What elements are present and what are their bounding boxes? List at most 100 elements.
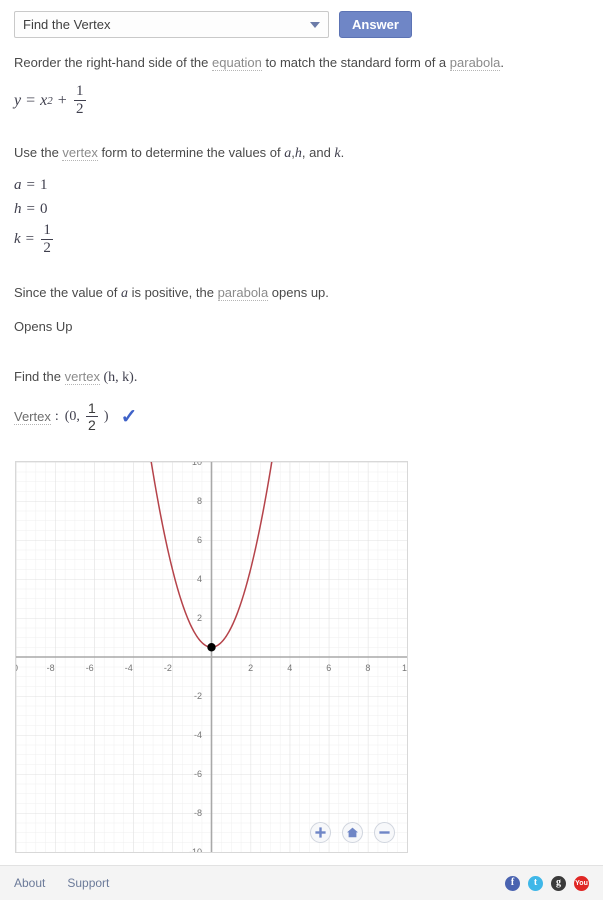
twitter-icon[interactable]: t [528, 875, 543, 891]
value-a-equals: = [26, 176, 35, 193]
footer-links: About Support [14, 876, 109, 890]
googleplus-icon[interactable]: g [551, 875, 566, 891]
equation-x: x [40, 91, 48, 109]
plus-icon [315, 827, 326, 838]
step-2-mid: form to determine the values of [97, 145, 285, 161]
vertex-colon: : [54, 408, 59, 424]
svg-text:8: 8 [365, 663, 370, 673]
step-2-text: Use the vertex form to determine the val… [14, 144, 589, 164]
facebook-icon[interactable]: f [505, 875, 520, 891]
step-4-text: Find the vertex (h, k). [14, 368, 589, 388]
svg-text:6: 6 [197, 535, 202, 545]
vertex-close-paren: ) [103, 408, 109, 424]
support-link[interactable]: Support [67, 876, 109, 890]
svg-text:-6: -6 [194, 769, 202, 779]
step-3-text: Since the value of a is positive, the pa… [14, 284, 589, 304]
chevron-down-icon[interactable] [310, 21, 320, 28]
value-h-value: 0 [39, 200, 48, 217]
equation-fraction-denominator: 2 [76, 101, 84, 118]
step-4-prefix: Find the [14, 368, 65, 384]
task-select-value: Find the Vertex [23, 17, 111, 32]
value-h-label: h [14, 200, 22, 217]
step-3-prefix: Since the value of [14, 284, 121, 300]
svg-text:-4: -4 [125, 663, 133, 673]
svg-text:2: 2 [197, 613, 202, 623]
svg-text:-8: -8 [194, 808, 202, 818]
svg-text:4: 4 [197, 574, 202, 584]
ahk-values: a = 1 h = 0 k = 1 2 [14, 176, 589, 256]
home-icon [347, 827, 358, 838]
value-k-equals: = [25, 231, 35, 248]
glossary-link-parabola[interactable]: parabola [449, 55, 501, 71]
value-k-numerator: 1 [43, 221, 51, 238]
home-button[interactable] [342, 822, 363, 844]
step-1-prefix: Reorder the right-hand side of the [14, 55, 213, 70]
minus-icon [379, 831, 390, 834]
zoom-out-button[interactable] [374, 822, 395, 844]
step-1-mid: to match the standard form of a [261, 55, 450, 70]
glossary-link-vertex-2[interactable]: vertex [64, 368, 100, 385]
step-2-comma-2: , and [301, 145, 335, 161]
value-row-k: k = 1 2 [14, 222, 589, 256]
toolbar: Find the Vertex Answer [0, 0, 603, 38]
vertex-fraction: 1 2 [85, 399, 98, 434]
value-k-label: k [14, 231, 21, 248]
solution-steps: Reorder the right-hand side of the equat… [0, 54, 603, 433]
social-links: f t g You [505, 875, 589, 891]
svg-text:-6: -6 [86, 663, 94, 673]
svg-text:4: 4 [287, 663, 292, 673]
svg-text:-2: -2 [194, 691, 202, 701]
equation-exponent: 2 [47, 94, 53, 107]
svg-text:2: 2 [248, 663, 253, 673]
footer: About Support f t g You [0, 865, 603, 900]
glossary-link-vertex[interactable]: vertex [62, 145, 98, 162]
step-2-var-h: h [294, 146, 302, 162]
step-2-suffix: . [340, 145, 345, 161]
opens-up-result: Opens Up [14, 318, 73, 334]
step-3-suffix: opens up. [268, 284, 329, 300]
svg-text:10: 10 [402, 663, 407, 673]
step-4-pair: (h, k). [100, 369, 138, 385]
vertex-open-paren: (0, [64, 408, 80, 424]
svg-text:8: 8 [197, 496, 202, 506]
svg-text:-4: -4 [194, 730, 202, 740]
equation-equals: = [26, 91, 36, 109]
answer-button[interactable]: Answer [339, 11, 412, 38]
step-3-var-a: a [120, 285, 128, 301]
equation-lhs: y [14, 91, 22, 109]
svg-text:-2: -2 [164, 663, 172, 673]
vertex-numerator: 1 [88, 399, 96, 416]
step-3-mid: is positive, the [127, 284, 218, 300]
glossary-link-equation[interactable]: equation [212, 55, 262, 71]
svg-text:6: 6 [326, 663, 331, 673]
vertex-answer-label[interactable]: Vertex [14, 409, 51, 425]
value-h-equals: = [26, 200, 35, 217]
parabola-graph: -10 -8 -6 -4 -2 2 4 6 8 10 10 8 6 4 2 -2… [16, 462, 407, 853]
graph-panel[interactable]: -10 -8 -6 -4 -2 2 4 6 8 10 10 8 6 4 2 -2… [15, 461, 408, 854]
step-1-suffix: . [500, 55, 505, 70]
about-link[interactable]: About [14, 876, 45, 890]
value-row-a: a = 1 [14, 176, 589, 193]
value-a-value: 1 [39, 176, 48, 193]
youtube-icon[interactable]: You [574, 875, 589, 891]
glossary-link-parabola-2[interactable]: parabola [217, 284, 269, 301]
vertex-point [207, 643, 216, 652]
equation-fraction-numerator: 1 [76, 82, 84, 99]
graph-zoom-controls [310, 822, 395, 844]
equation-fraction: 1 2 [73, 82, 86, 119]
step-1-text: Reorder the right-hand side of the equat… [14, 54, 589, 72]
svg-text:10: 10 [192, 462, 202, 467]
task-select[interactable]: Find the Vertex [14, 11, 329, 38]
zoom-in-button[interactable] [310, 822, 331, 844]
value-row-h: h = 0 [14, 200, 589, 217]
step-2-prefix: Use the [14, 145, 63, 161]
svg-text:-10: -10 [16, 663, 18, 673]
equation-plus: + [57, 91, 67, 109]
value-a-label: a [14, 176, 22, 193]
vertex-denominator: 2 [88, 417, 96, 434]
value-k-fraction: 1 2 [41, 221, 54, 258]
vertex-answer: Vertex : (0, 1 2 ) ✓ [14, 401, 589, 433]
value-k-denominator: 2 [43, 240, 51, 257]
checkmark-icon: ✓ [120, 405, 138, 428]
svg-text:-8: -8 [47, 663, 55, 673]
